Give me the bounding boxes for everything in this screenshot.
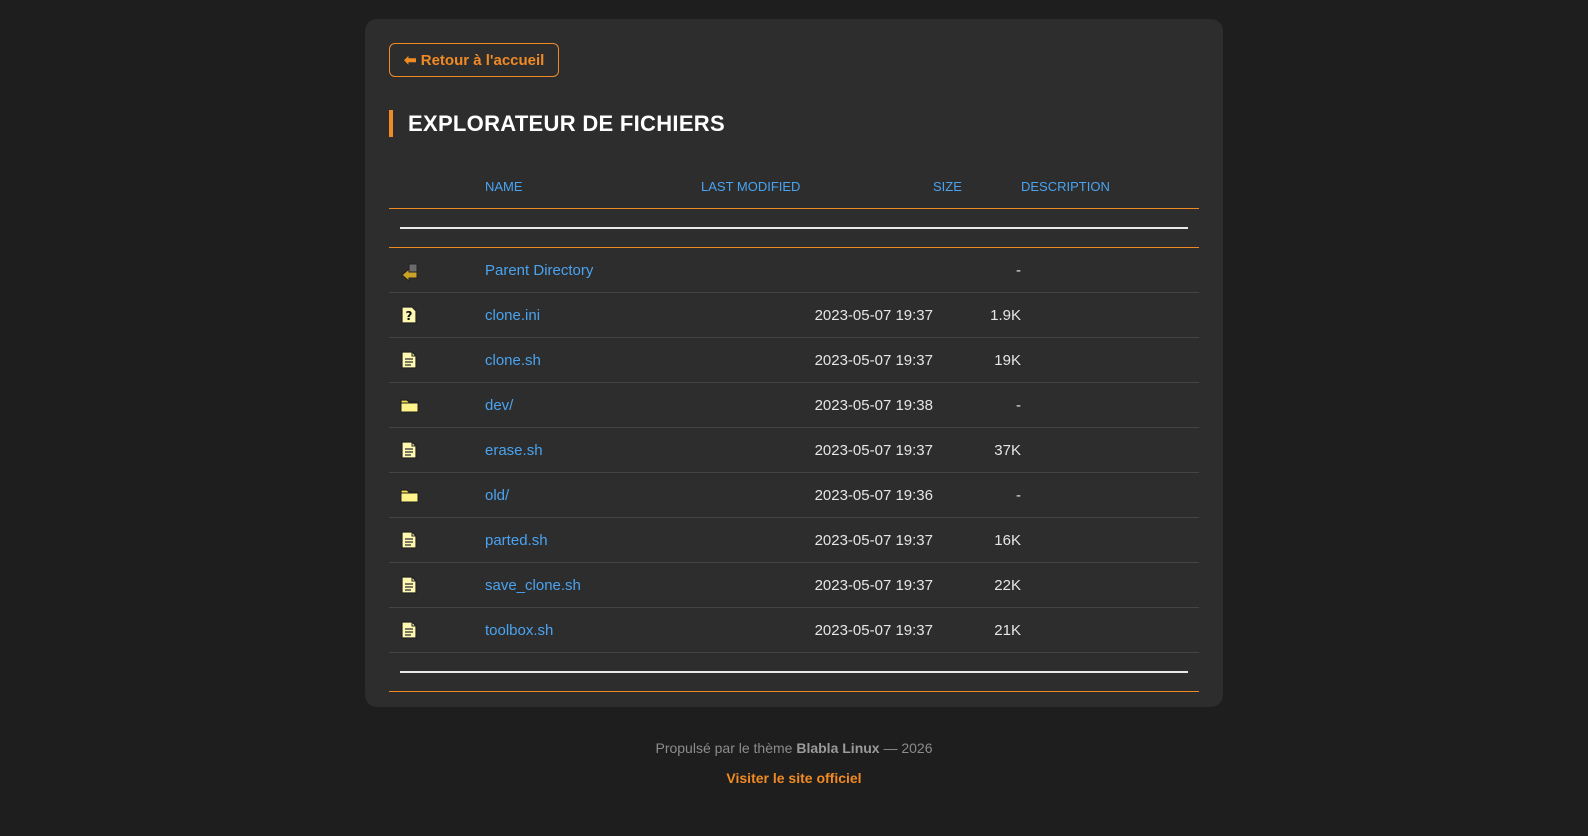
main-card: ⬅ Retour à l'accueil EXPLORATEUR DE FICH… <box>365 19 1223 707</box>
row-size: 16K <box>933 517 1021 563</box>
row-modified: 2023-05-07 19:37 <box>701 607 933 653</box>
folder-icon[interactable] <box>400 486 419 504</box>
header-size[interactable]: Size <box>933 164 1021 209</box>
footer-theme-name: Blabla Linux <box>796 740 880 756</box>
row-name-cell: erase.sh <box>485 427 701 473</box>
svg-text:?: ? <box>406 309 413 323</box>
row-size: 19K <box>933 337 1021 383</box>
page-title: EXPLORATEUR DE FICHIERS <box>389 110 1199 137</box>
table-row[interactable]: toolbox.sh 2023-05-07 19:37 21K <box>389 607 1199 653</box>
table-row[interactable]: old/2023-05-07 19:36- <box>389 472 1199 518</box>
row-modified: 2023-05-07 19:37 <box>701 292 933 338</box>
row-name-cell: clone.ini <box>485 292 701 338</box>
table-row[interactable]: dev/2023-05-07 19:38- <box>389 382 1199 428</box>
row-size: 1.9K <box>933 292 1021 338</box>
row-icon-cell <box>389 472 485 518</box>
row-size: - <box>933 472 1021 518</box>
row-icon-cell <box>389 562 485 608</box>
footer-prefix: Propulsé par le thème <box>655 740 793 756</box>
row-size: 22K <box>933 562 1021 608</box>
header-icon-column <box>389 164 485 209</box>
row-description <box>1021 382 1199 428</box>
row-icon-cell <box>389 517 485 563</box>
text-file-icon[interactable] <box>400 621 418 639</box>
row-modified: 2023-05-07 19:37 <box>701 427 933 473</box>
row-icon-cell <box>389 427 485 473</box>
row-size: - <box>933 382 1021 428</box>
row-size: - <box>933 247 1021 293</box>
row-icon-cell <box>389 607 485 653</box>
row-modified: 2023-05-07 19:37 <box>701 517 933 563</box>
file-table: Name Last modified Size Description Pare… <box>389 164 1199 692</box>
row-description <box>1021 337 1199 383</box>
file-link[interactable]: toolbox.sh <box>485 622 553 639</box>
divider <box>400 227 1188 229</box>
header-last-modified[interactable]: Last modified <box>701 164 933 209</box>
folder-icon[interactable] <box>400 396 419 414</box>
file-link[interactable]: save_clone.sh <box>485 577 581 594</box>
footer-year: — 2026 <box>883 740 933 756</box>
table-row[interactable]: erase.sh 2023-05-07 19:37 37K <box>389 427 1199 473</box>
table-row[interactable]: clone.sh 2023-05-07 19:37 19K <box>389 337 1199 383</box>
row-modified: 2023-05-07 19:36 <box>701 472 933 518</box>
row-modified: 2023-05-07 19:37 <box>701 562 933 608</box>
text-file-icon[interactable] <box>400 351 418 369</box>
file-link[interactable]: old/ <box>485 487 509 504</box>
row-description <box>1021 517 1199 563</box>
file-link[interactable]: dev/ <box>485 397 513 414</box>
row-icon-cell: ? <box>389 292 485 338</box>
table-row[interactable]: parted.sh 2023-05-07 19:37 16K <box>389 517 1199 563</box>
header-description[interactable]: Description <box>1021 164 1199 209</box>
divider <box>400 671 1188 673</box>
row-name-cell: parted.sh <box>485 517 701 563</box>
text-file-icon[interactable] <box>400 531 418 549</box>
file-link[interactable]: clone.ini <box>485 307 540 324</box>
row-description <box>1021 292 1199 338</box>
row-description <box>1021 472 1199 518</box>
row-modified: 2023-05-07 19:38 <box>701 382 933 428</box>
row-modified: 2023-05-07 19:37 <box>701 337 933 383</box>
row-name-cell: Parent Directory <box>485 247 701 293</box>
row-icon-cell <box>389 382 485 428</box>
row-name-cell: save_clone.sh <box>485 562 701 608</box>
unknown-file-icon[interactable]: ? <box>400 306 418 324</box>
file-link[interactable]: Parent Directory <box>485 262 593 279</box>
file-link[interactable]: erase.sh <box>485 442 543 459</box>
header-name[interactable]: Name <box>485 164 701 209</box>
back-arrow-icon[interactable] <box>400 261 418 283</box>
row-name-cell: dev/ <box>485 382 701 428</box>
back-home-button[interactable]: ⬅ Retour à l'accueil <box>389 43 560 77</box>
row-description <box>1021 427 1199 473</box>
row-description <box>1021 247 1199 293</box>
row-modified <box>701 247 933 293</box>
row-size: 37K <box>933 427 1021 473</box>
table-row[interactable]: save_clone.sh 2023-05-07 19:37 22K <box>389 562 1199 608</box>
separator-top <box>389 208 1199 248</box>
file-link[interactable]: parted.sh <box>485 532 548 549</box>
table-row[interactable]: ? clone.ini 2023-05-07 19:37 1.9K <box>389 292 1199 338</box>
row-icon-cell <box>389 247 485 293</box>
row-description <box>1021 607 1199 653</box>
footer-credit: Propulsé par le thème Blabla Linux — 202… <box>0 740 1588 756</box>
row-description <box>1021 562 1199 608</box>
footer: Propulsé par le thème Blabla Linux — 202… <box>0 740 1588 786</box>
row-name-cell: toolbox.sh <box>485 607 701 653</box>
row-name-cell: old/ <box>485 472 701 518</box>
table-row[interactable]: Parent Directory - <box>389 247 1199 293</box>
row-name-cell: clone.sh <box>485 337 701 383</box>
separator-bottom <box>389 652 1199 692</box>
text-file-icon[interactable] <box>400 576 418 594</box>
file-link[interactable]: clone.sh <box>485 352 541 369</box>
text-file-icon[interactable] <box>400 441 418 459</box>
row-icon-cell <box>389 337 485 383</box>
row-size: 21K <box>933 607 1021 653</box>
visit-site-link[interactable]: Visiter le site officiel <box>726 770 861 786</box>
